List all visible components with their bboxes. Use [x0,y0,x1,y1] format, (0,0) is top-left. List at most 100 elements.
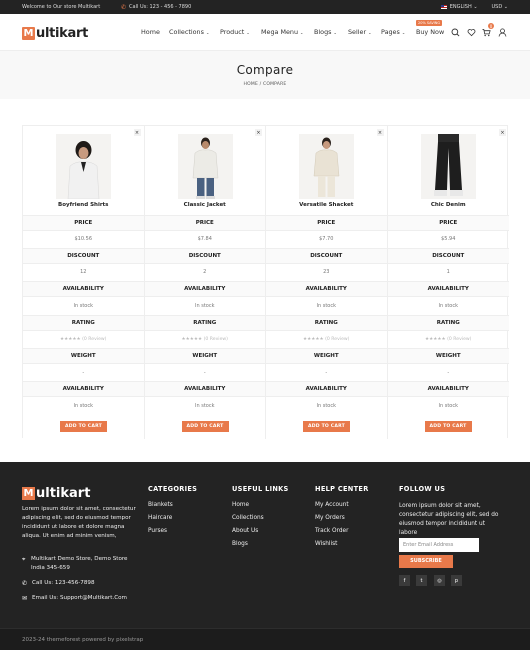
nav-mega-menu[interactable]: Mega Menu ⌄ [261,28,303,36]
footer-address: ⌖ Multikart Demo Store, Demo Store India … [22,555,142,573]
discount-label: DISCOUNT [266,248,387,264]
add-to-cart-button[interactable]: ADD TO CART [303,421,350,432]
availability-label: AVAILABILITY [387,281,509,297]
nav-buy-now[interactable]: Buy Now [416,28,444,36]
saving-badge: 20% SAVING [416,20,443,26]
footer-link[interactable]: Home [232,502,289,515]
chevron-down-icon: ⌄ [246,30,250,35]
remove-product-button[interactable]: × [376,129,384,136]
compare-column: × Chic Denim PRICE $5.94 DISCOUNT 1 AVAI… [387,126,510,439]
twitter-icon[interactable]: t [416,575,427,586]
price-label: PRICE [144,215,265,231]
price-value: $7.70 [319,236,334,242]
product-name[interactable]: Chic Denim [388,202,510,208]
discount-value: 2 [203,269,207,275]
footer-link[interactable]: My Orders [315,515,369,528]
product-image[interactable] [56,134,111,199]
footer-help-center: HELP CENTER My Account My Orders Track O… [315,485,369,554]
pinterest-icon[interactable]: p [451,575,462,586]
add-to-cart-button[interactable]: ADD TO CART [181,421,229,432]
product-name[interactable]: Boyfriend Shirts [23,202,144,208]
email-text: Email Us: Support@Multikart.Com [32,595,127,601]
language-selector[interactable]: ENGLISH ⌄ [440,4,478,10]
weight-label: WEIGHT [23,348,144,364]
phone-text: Call Us: 123-456-7898 [32,580,95,586]
availability-value: In stock [194,303,215,309]
call-text: Call Us: 123 - 456 - 7890 [129,4,192,10]
discount-value: 1 [446,269,450,275]
location-pin-icon: ⌖ [22,556,26,563]
footer-link[interactable]: About Us [232,528,289,541]
discount-value: 23 [323,269,330,275]
nav-pages-label: Pages [381,28,400,36]
logo-text: ultikart [36,26,89,41]
footer-about: Lorem ipsum dolor sit amet, consectetur … [22,506,136,539]
currency-selector[interactable]: USD ⌄ [492,4,508,10]
breadcrumb-home[interactable]: HOME [244,82,258,87]
nav-collections[interactable]: Collections ⌄ [169,28,209,36]
product-name[interactable]: Versatile Shacket [266,202,387,208]
facebook-icon[interactable]: f [399,575,410,586]
footer-link[interactable]: Haircare [148,515,197,528]
footer-link[interactable]: Wishlist [315,541,369,554]
footer-email: ✉ Email Us: Support@Multikart.Com [22,594,127,603]
main-header: M ultikart Home Collections ⌄ Product ⌄ … [0,14,530,51]
remove-product-button[interactable]: × [499,129,506,136]
product-name[interactable]: Classic Jacket [145,202,266,208]
nav-pages[interactable]: Pages ⌄ [381,28,405,36]
footer-follow-us: FOLLOW US Lorem ipsum dolor sit amet, co… [399,485,499,538]
chevron-down-icon: ⌄ [333,30,337,35]
rating-value: ★★★★★ (0 Review) [425,337,472,342]
categories-heading: CATEGORIES [148,485,198,493]
address-text: Multikart Demo Store, Demo Store India 3… [31,556,128,571]
footer-link[interactable]: Blankets [148,502,197,515]
search-icon[interactable] [451,28,460,37]
product-photo-boyfriend-shirt [56,134,111,199]
remove-product-button[interactable]: × [255,129,262,136]
nav-home[interactable]: Home [141,28,160,36]
product-image[interactable] [177,134,233,199]
logo[interactable]: M ultikart [22,26,88,41]
product-image[interactable] [420,134,476,199]
footer-logo[interactable]: M ultikart [22,486,90,501]
help-center-heading: HELP CENTER [315,485,369,493]
rating-label: RATING [144,315,265,331]
remove-product-button[interactable]: × [133,129,141,136]
availability-value: In stock [316,403,336,409]
instagram-icon[interactable]: ◎ [434,575,445,586]
copyright-text: 2023-24 themeforest powered by pixelstra… [22,637,144,643]
product-photo-versatile-shacket [299,134,354,199]
nav-seller[interactable]: Seller ⌄ [348,28,372,36]
rating-value: ★★★★★ (0 Review) [181,337,228,342]
price-value: $10.56 [74,236,93,242]
availability-value: In stock [194,403,215,409]
page-banner: Compare HOME / COMPARE [0,51,530,99]
compare-column: × Classic Jacket PRICE $7.84 DISCOUNT 2 … [144,126,266,439]
heart-icon[interactable] [467,28,476,37]
mail-icon: ✉ [22,595,28,602]
footer-link[interactable]: My Account [315,502,369,515]
rating-label: RATING [387,315,509,331]
nav-blogs[interactable]: Blogs ⌄ [314,28,337,36]
footer-link[interactable]: Blogs [232,541,289,554]
add-to-cart-button[interactable]: ADD TO CART [424,421,472,432]
cart-icon[interactable] [482,28,491,37]
footer-link[interactable]: Purses [148,528,197,541]
user-icon[interactable] [498,28,507,37]
weight-label: WEIGHT [144,348,265,364]
product-image[interactable] [299,134,354,199]
availability-value: In stock [438,403,458,409]
email-input[interactable]: Enter Email Address [399,538,479,552]
phone-icon: ✆ [121,3,127,11]
availability-value: In stock [438,303,458,309]
footer-link[interactable]: Track Order [315,528,369,541]
subscribe-button[interactable]: SUBSCRIBE [399,555,453,568]
call-info: ✆ Call Us: 123 - 456 - 7890 [121,4,191,11]
discount-label: DISCOUNT [23,248,144,264]
add-to-cart-button[interactable]: ADD TO CART [60,421,107,432]
price-label: PRICE [266,215,387,231]
price-value: $5.94 [441,236,456,242]
footer-link[interactable]: Collections [232,515,289,528]
nav-product[interactable]: Product ⌄ [220,28,250,36]
weight-label: WEIGHT [266,348,387,364]
